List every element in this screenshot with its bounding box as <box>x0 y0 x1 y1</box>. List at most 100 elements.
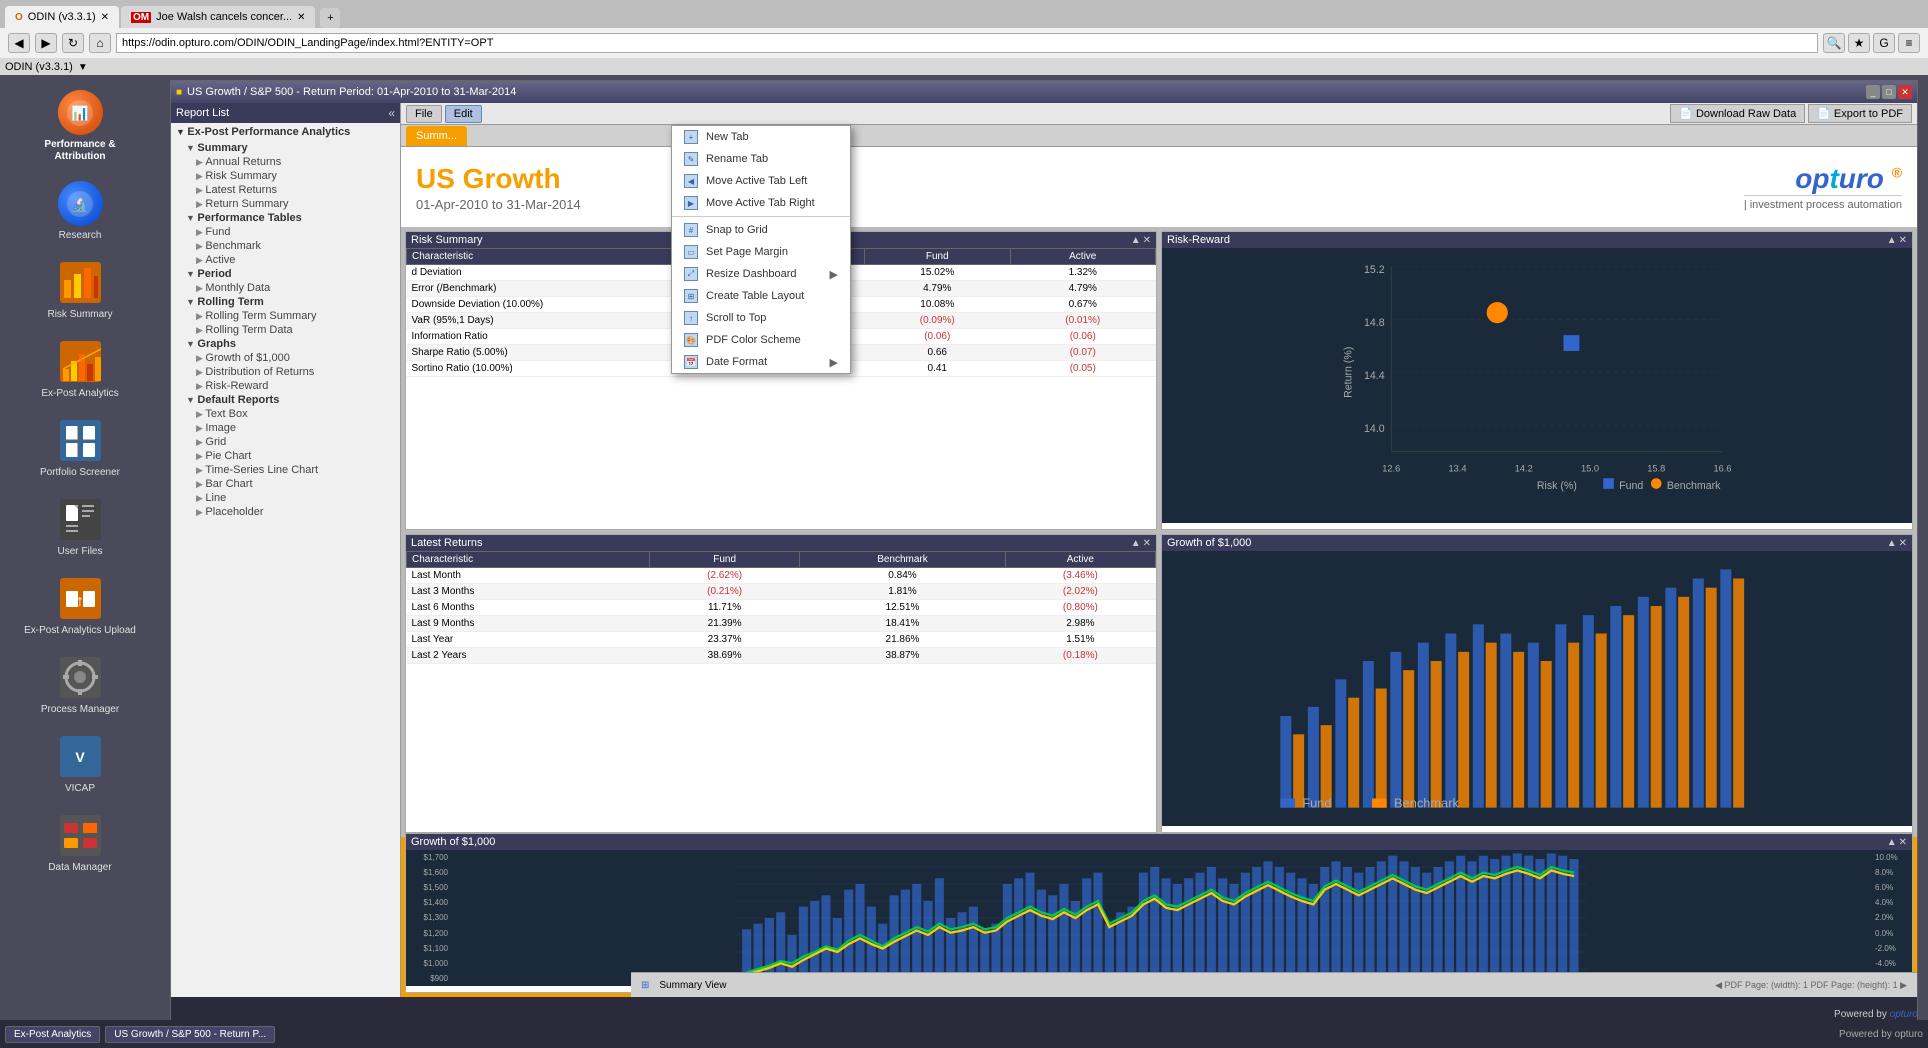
maximize-button[interactable]: □ <box>1882 85 1896 99</box>
settings-button[interactable]: G <box>1873 33 1895 53</box>
download-raw-data[interactable]: 📄 Download Raw Data <box>1670 104 1805 123</box>
tree-line[interactable]: Line <box>171 491 400 505</box>
taskbar-usgrowth[interactable]: US Growth / S&P 500 - Return P... <box>105 1026 275 1043</box>
tree-summary[interactable]: Summary <box>171 141 400 155</box>
sidebar-item-expost[interactable]: Ex-Post Analytics <box>5 334 155 405</box>
sidebar-item-upload[interactable]: ↑ Ex-Post Analytics Upload <box>5 571 155 642</box>
portfolio-icon <box>58 418 103 463</box>
file-menu[interactable]: File <box>406 105 442 123</box>
tree-default-reports[interactable]: Default Reports <box>171 393 400 407</box>
app-title: ODIN (v3.3.1) <box>5 61 73 73</box>
tree-growth[interactable]: Growth of $1,000 <box>171 351 400 365</box>
status-bar: ⊞ Summary View ◀ PDF Page: (width): 1 PD… <box>631 972 1917 997</box>
reload-button[interactable]: ↻ <box>62 33 84 53</box>
tab-joe[interactable]: OM Joe Walsh cancels concer... ✕ <box>121 6 315 28</box>
tree-rolling-term[interactable]: Rolling Term <box>171 295 400 309</box>
menu-snap-to-grid[interactable]: # Snap to Grid <box>672 219 850 241</box>
export-to-pdf[interactable]: 📄 Export to PDF <box>1808 104 1912 123</box>
tree-grid[interactable]: Grid <box>171 435 400 449</box>
risk-summary-expand[interactable]: ▲ <box>1131 235 1141 246</box>
sidebar-item-vicap[interactable]: V VICAP <box>5 729 155 800</box>
minimize-button[interactable]: _ <box>1866 85 1880 99</box>
tree-monthly-data[interactable]: Monthly Data <box>171 281 400 295</box>
tree-return-summary[interactable]: Return Summary <box>171 197 400 211</box>
table-row: Last 6 Months 11.71% 12.51% (0.80%) <box>407 600 1156 616</box>
tree-rolling-term-data[interactable]: Rolling Term Data <box>171 323 400 337</box>
tree-risk-summary[interactable]: Risk Summary <box>171 169 400 183</box>
growth-large-expand[interactable]: ▲ <box>1887 837 1897 848</box>
tree-annual-returns[interactable]: Annual Returns <box>171 155 400 169</box>
close-button[interactable]: ✕ <box>1898 85 1912 99</box>
new-tab-button[interactable]: + <box>320 8 340 28</box>
tree-placeholder[interactable]: Placeholder <box>171 505 400 519</box>
sidebar-item-research[interactable]: 🔬 Research <box>5 176 155 247</box>
tab-bar: O ODIN (v3.3.1) ✕ OM Joe Walsh cancels c… <box>0 0 1928 28</box>
tree-performance-tables[interactable]: Performance Tables <box>171 211 400 225</box>
forward-button[interactable]: ▶ <box>35 33 57 53</box>
growth-small-expand[interactable]: ▲ <box>1887 538 1897 549</box>
sidebar-item-portfolio[interactable]: Portfolio Screener <box>5 413 155 484</box>
tab-close-joe[interactable]: ✕ <box>297 12 305 23</box>
risk-reward-expand[interactable]: ▲ <box>1887 235 1897 246</box>
menu-move-right[interactable]: ▶ Move Active Tab Right <box>672 192 850 214</box>
taskbar-expost[interactable]: Ex-Post Analytics <box>5 1026 100 1043</box>
menu-scroll-to-top[interactable]: ↑ Scroll to Top <box>672 307 850 329</box>
table-row: Last 2 Years 38.69% 38.87% (0.18%) <box>407 648 1156 664</box>
tree-rolling-term-summary[interactable]: Rolling Term Summary <box>171 309 400 323</box>
sidebar-item-process[interactable]: Process Manager <box>5 650 155 721</box>
menu-resize-dashboard[interactable]: ⤢ Resize Dashboard ▶ <box>672 263 850 285</box>
search-button[interactable]: 🔍 <box>1823 33 1845 53</box>
tab-close-odin[interactable]: ✕ <box>101 12 109 23</box>
main-content: Summ... US Growth 01-Apr-2010 to 31-Mar-… <box>401 125 1917 997</box>
svg-text:16.6: 16.6 <box>1713 464 1731 474</box>
latest-returns-expand[interactable]: ▲ <box>1131 538 1141 549</box>
tree-pie-chart[interactable]: Pie Chart <box>171 449 400 463</box>
app-dropdown[interactable]: ▼ <box>78 62 88 73</box>
menu-date-format[interactable]: 📅 Date Format ▶ <box>672 351 850 373</box>
menu-button[interactable]: ≡ <box>1898 33 1920 53</box>
tree-risk-reward[interactable]: Risk-Reward <box>171 379 400 393</box>
growth-large-close[interactable]: ✕ <box>1899 837 1907 848</box>
menu-move-left[interactable]: ◀ Move Active Tab Left <box>672 170 850 192</box>
panel-collapse-button[interactable]: « <box>388 106 395 120</box>
new-tab-icon: + <box>684 130 698 144</box>
sidebar-item-datamanager[interactable]: Data Manager <box>5 808 155 879</box>
odin-tab-icon: O <box>15 12 23 23</box>
tree-textbox[interactable]: Text Box <box>171 407 400 421</box>
sidebar-item-userfiles[interactable]: User Files <box>5 492 155 563</box>
menu-set-page-margin[interactable]: ▭ Set Page Margin <box>672 241 850 263</box>
tree-bar-chart[interactable]: Bar Chart <box>171 477 400 491</box>
growth-small-close[interactable]: ✕ <box>1899 538 1907 549</box>
svg-text:14.4: 14.4 <box>1364 370 1385 382</box>
menu-rename-tab[interactable]: ✎ Rename Tab <box>672 148 850 170</box>
sidebar-item-risk[interactable]: Risk Summary <box>5 255 155 326</box>
back-button[interactable]: ◀ <box>8 33 30 53</box>
tree-period[interactable]: Period <box>171 267 400 281</box>
tree-latest-returns[interactable]: Latest Returns <box>171 183 400 197</box>
svg-text:Benchmark: Benchmark <box>1667 480 1721 492</box>
tree-benchmark[interactable]: Benchmark <box>171 239 400 253</box>
tab-odin[interactable]: O ODIN (v3.3.1) ✕ <box>5 6 119 28</box>
address-bar[interactable] <box>116 33 1818 53</box>
sidebar-item-performance[interactable]: 📊 Performance &Attribution <box>5 85 155 168</box>
tree-graphs[interactable]: Graphs <box>171 337 400 351</box>
tree-timeseries[interactable]: Time-Series Line Chart <box>171 463 400 477</box>
tree-image[interactable]: Image <box>171 421 400 435</box>
nav-bar: ◀ ▶ ↻ ⌂ 🔍 ★ G ≡ <box>0 28 1928 58</box>
menu-new-tab[interactable]: + New Tab <box>672 126 850 148</box>
menu-create-table-layout[interactable]: ⊞ Create Table Layout <box>672 285 850 307</box>
risk-reward-close[interactable]: ✕ <box>1899 235 1907 246</box>
tree-fund[interactable]: Fund <box>171 225 400 239</box>
home-button[interactable]: ⌂ <box>89 33 111 53</box>
growth-large-widget: Growth of $1,000 ▲ ✕ $1,700 $1,600 <box>405 833 1913 993</box>
bookmark-button[interactable]: ★ <box>1848 33 1870 53</box>
menu-pdf-color-scheme[interactable]: 🎨 PDF Color Scheme <box>672 329 850 351</box>
content-tab-summary[interactable]: Summ... <box>406 126 467 146</box>
vicap-icon: V <box>58 734 103 779</box>
latest-returns-close[interactable]: ✕ <box>1143 538 1151 549</box>
edit-menu[interactable]: Edit <box>445 105 482 123</box>
risk-summary-close[interactable]: ✕ <box>1143 235 1151 246</box>
tree-root-expost[interactable]: Ex-Post Performance Analytics <box>171 123 400 141</box>
tree-distribution[interactable]: Distribution of Returns <box>171 365 400 379</box>
tree-active[interactable]: Active <box>171 253 400 267</box>
